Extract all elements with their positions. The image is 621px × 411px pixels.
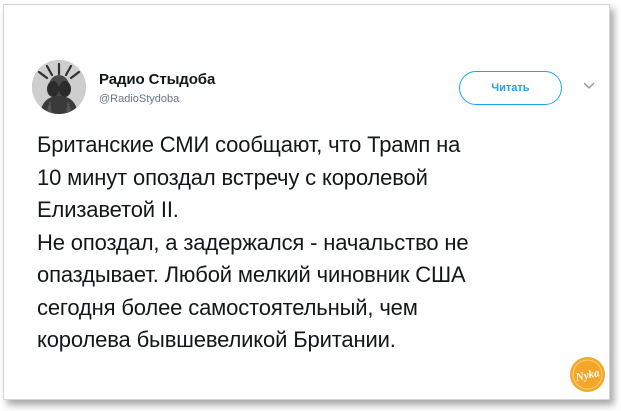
tweet-line: сегодня более самостоятельный, чем [37, 294, 418, 320]
account-name[interactable]: Радио Стыдоба [99, 71, 215, 88]
account-handle[interactable]: @RadioStydoba [99, 93, 179, 105]
tweet-line: Не опоздал, а задержался - начальство не [37, 229, 469, 255]
tweet-line: 10 минут опоздал встречу с королевой [37, 164, 428, 190]
chevron-down-icon[interactable] [583, 81, 595, 91]
follow-button[interactable]: Читать [459, 71, 562, 105]
avatar[interactable] [32, 60, 86, 114]
tweet-line: королева бывшевеликой Британии. [37, 327, 396, 352]
tweet-line: Елизаветой II. [37, 197, 179, 222]
tweet-line: Британские СМИ сообщают, что Трамп на [37, 132, 461, 157]
nyka-logo-icon: Nyka [570, 357, 605, 392]
statue-avatar-icon [32, 60, 86, 114]
tweet-text: Британские СМИ сообщают, что Трамп на 10… [37, 129, 597, 357]
tweet-line: опаздывает. Любой мелкий чиновник США [37, 262, 466, 287]
tweet-card: Радио Стыдоба @RadioStydoba Читать Брита… [3, 4, 610, 400]
